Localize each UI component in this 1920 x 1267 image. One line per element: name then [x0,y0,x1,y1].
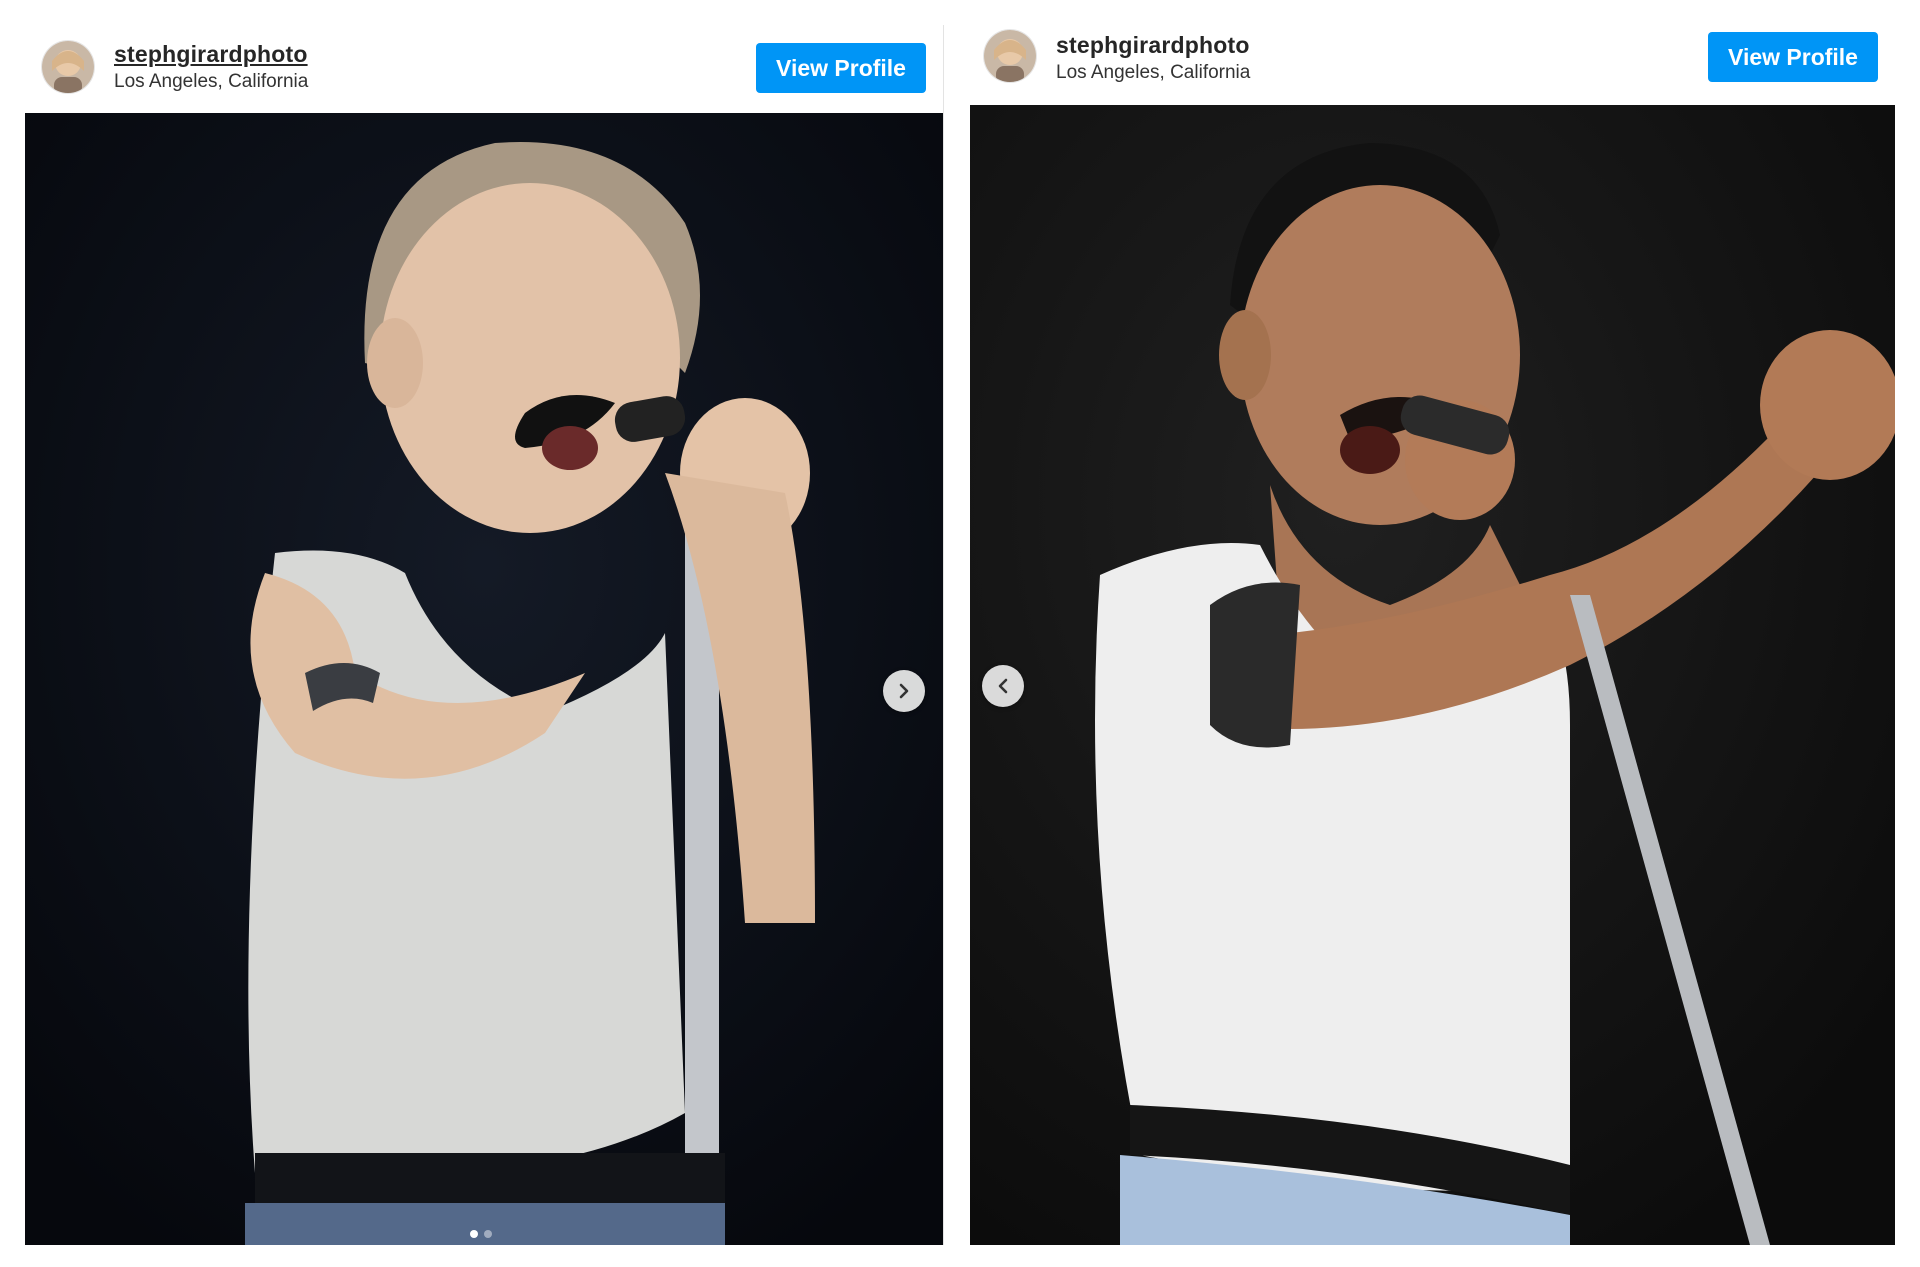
carousel-next-button[interactable] [883,670,925,712]
right-post: stephgirardphoto Los Angeles, California… [970,20,1895,1245]
location-link[interactable]: Los Angeles, California [114,71,308,93]
username-link[interactable]: stephgirardphoto [1056,32,1250,59]
carousel-dot [484,1230,492,1238]
avatar[interactable] [42,41,94,93]
location-link[interactable]: Los Angeles, California [1056,62,1250,84]
carousel-prev-button[interactable] [982,665,1024,707]
view-profile-button[interactable]: View Profile [1708,32,1878,82]
view-profile-button[interactable]: View Profile [756,43,926,93]
left-post-header: stephgirardphoto Los Angeles, California… [25,25,943,113]
right-post-header: stephgirardphoto Los Angeles, California… [970,20,1895,105]
right-post-photo [970,105,1895,1245]
carousel-dots [470,1230,492,1238]
left-post: stephgirardphoto Los Angeles, California… [25,25,943,1245]
chevron-left-icon [998,678,1008,694]
left-post-photo [25,113,943,1245]
panel-divider [943,25,944,1245]
username-link[interactable]: stephgirardphoto [114,41,308,68]
chevron-right-icon [899,683,909,699]
avatar[interactable] [984,30,1036,82]
carousel-dot [470,1230,478,1238]
